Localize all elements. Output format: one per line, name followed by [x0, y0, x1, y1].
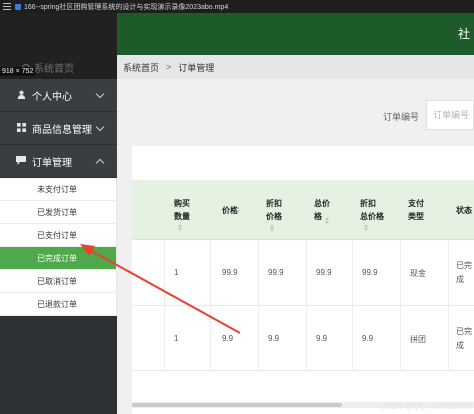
sidebar-item-order-management[interactable]: 订单管理	[0, 145, 117, 178]
column-header-pay-type: 支付 类型	[408, 180, 424, 240]
column-divider	[306, 241, 307, 371]
column-header-discount-price[interactable]: 折扣 价格	[266, 180, 282, 240]
scrollbar-thumb[interactable]	[132, 403, 342, 407]
header-text: 折扣	[360, 199, 376, 208]
cell-price: 9.9	[222, 334, 234, 343]
submenu-item-shipped-orders[interactable]: 已发货订单	[0, 201, 116, 224]
sidebar-item-label: 个人中心	[32, 91, 72, 103]
header-text: 总价格	[360, 212, 384, 221]
sort-down-icon[interactable]	[364, 228, 368, 231]
chevron-down-icon	[95, 89, 105, 99]
video-player-title-bar: 166--spring社区团购管理系统的设计与实现演示录像2023abo.mp4	[0, 0, 474, 13]
cell-discount-price: 9.9	[268, 334, 280, 343]
watermark: CSDN @QQ_188083800	[380, 402, 470, 411]
column-divider	[258, 241, 259, 371]
column-header-status: 状态	[456, 180, 472, 240]
cell-quantity: 1	[174, 268, 179, 277]
cell-total-price: 9.9	[316, 334, 328, 343]
header-text: 数量	[174, 212, 190, 221]
cell-status: 成	[456, 341, 464, 350]
header-text: 类型	[408, 212, 424, 221]
cell-status: 成	[456, 275, 464, 284]
cell-status: 已完	[456, 327, 472, 336]
header-text: 支付	[408, 199, 424, 208]
chat-icon	[16, 155, 26, 167]
user-icon	[16, 90, 26, 101]
breadcrumb: 系统首页 > 订单管理	[117, 55, 474, 79]
menu-icon[interactable]	[3, 3, 11, 11]
order-number-search-input[interactable]	[426, 100, 474, 130]
video-title: 166--spring社区团购管理系统的设计与实现演示录像2023abo.mp4	[24, 3, 229, 11]
sort-down-icon[interactable]	[236, 210, 240, 213]
cell-discount-total: 9.9	[362, 334, 374, 343]
order-number-label: 订单编号	[383, 112, 420, 122]
table-row: 1 9.9 9.9 9.9 9.9 拼团 已完 成	[132, 307, 474, 371]
column-header-discount-total[interactable]: 折扣 总价格	[360, 180, 384, 240]
submenu-item-cancelled-orders[interactable]: 已取消订单	[0, 270, 116, 293]
table-row: 1 99.9 99.9 99.9 99.9 现金 已完 成	[132, 241, 474, 306]
dimension-readout: 918 × 752	[0, 67, 36, 76]
submenu-item-paid-orders[interactable]: 已支付订单	[0, 224, 116, 247]
sidebar-item-label: 订单管理	[32, 157, 72, 169]
header-text: 价格	[266, 212, 282, 221]
sidebar-item-product-management[interactable]: 商品信息管理	[0, 112, 117, 145]
sort-up-icon[interactable]	[236, 206, 240, 209]
cell-quantity: 1	[174, 334, 179, 343]
top-header: 社	[117, 13, 474, 55]
cell-pay-type: 拼团	[410, 335, 426, 344]
cell-discount-price: 99.9	[268, 268, 284, 277]
breadcrumb-home[interactable]: 系统首页	[123, 61, 159, 74]
sidebar-item-label: 商品信息管理	[32, 124, 92, 136]
sort-down-icon[interactable]	[270, 228, 274, 231]
sort-up-icon[interactable]	[270, 224, 274, 227]
chevron-up-icon	[95, 158, 105, 168]
header-text: 状态	[456, 205, 472, 215]
column-divider	[352, 241, 353, 371]
sidebar-top: 系统首页 918 × 752	[0, 13, 117, 79]
header-text: 折扣	[266, 199, 282, 208]
breadcrumb-current: 订单管理	[178, 62, 215, 73]
header-text: 总价	[314, 199, 330, 208]
grid-icon	[16, 122, 26, 134]
header-text: 购买	[174, 199, 190, 208]
column-header-total-price[interactable]: 总价 格	[314, 180, 330, 240]
column-divider	[164, 241, 165, 371]
sort-up-icon[interactable]	[364, 224, 368, 227]
submenu-item-unpaid-orders[interactable]: 未支付订单	[0, 178, 116, 201]
header-title-fragment: 社	[457, 27, 470, 41]
cell-pay-type: 现金	[410, 269, 426, 278]
column-header-price[interactable]: 价格	[222, 180, 240, 240]
submenu-item-refunded-orders[interactable]: 已退款订单	[0, 293, 116, 316]
table-header: 购买 数量 价格 折扣 价格 总价 格 折扣 总价格 支付 类型 状态	[132, 180, 474, 240]
video-file-icon	[15, 3, 21, 10]
order-submenu: 未支付订单 已发货订单 已支付订单 已完成订单 已取消订单 已退款订单	[0, 178, 117, 316]
sort-down-icon[interactable]	[325, 221, 329, 224]
sort-up-icon[interactable]	[178, 224, 182, 227]
sidebar-home-label: 系统首页	[34, 64, 74, 75]
submenu-item-completed-orders[interactable]: 已完成订单	[0, 247, 116, 270]
sort-up-icon[interactable]	[325, 217, 329, 220]
breadcrumb-separator: >	[166, 62, 172, 72]
column-divider	[400, 241, 401, 371]
cell-discount-total: 99.9	[362, 268, 378, 277]
cell-total-price: 99.9	[316, 268, 332, 277]
column-header-quantity[interactable]: 购买 数量	[174, 180, 190, 240]
sidebar: 系统首页 918 × 752 个人中心 商品信息管理 订单管理 未支付订单 已发…	[0, 13, 117, 414]
chevron-down-icon	[95, 122, 105, 132]
cell-price: 99.9	[222, 268, 238, 277]
sidebar-item-personal-center[interactable]: 个人中心	[0, 79, 117, 112]
sort-down-icon[interactable]	[178, 228, 182, 231]
column-divider	[210, 241, 211, 371]
cell-status: 已完	[456, 261, 472, 270]
column-divider	[448, 241, 449, 371]
orders-table: 购买 数量 价格 折扣 价格 总价 格 折扣 总价格 支付 类型 状态 1 99…	[132, 146, 474, 414]
